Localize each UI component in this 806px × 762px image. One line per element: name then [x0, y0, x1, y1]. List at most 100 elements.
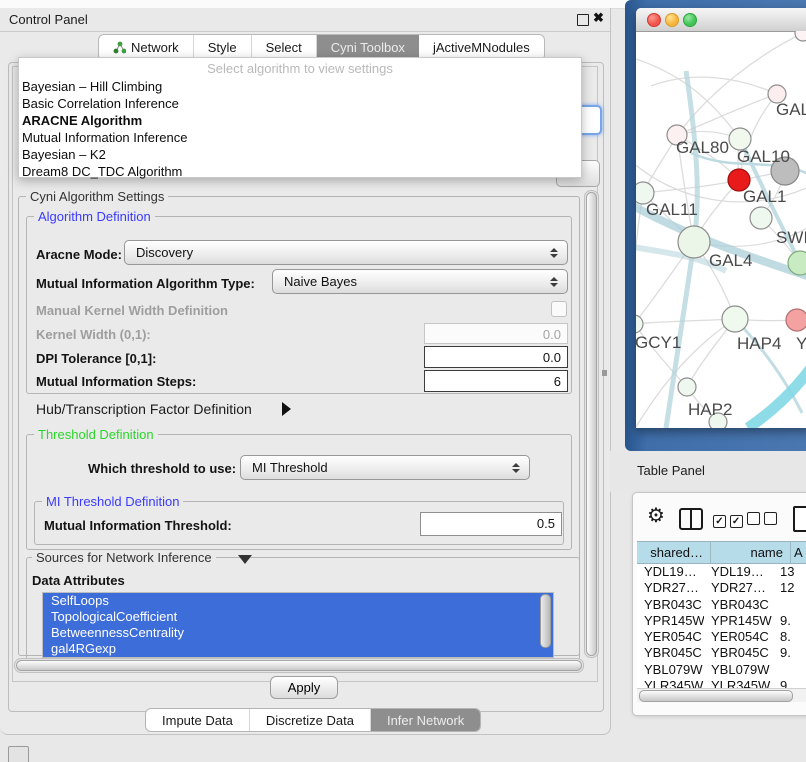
close-panel-icon[interactable]: ✖ [593, 10, 604, 26]
which-threshold-value: MI Threshold [241, 460, 512, 475]
which-threshold-combo[interactable]: MI Threshold [240, 455, 530, 480]
table-row[interactable]: YBL079WYBL079W [637, 662, 806, 678]
list-item[interactable]: TopologicalCoefficient [43, 609, 553, 625]
mi-threshold-label: Mutual Information Threshold: [44, 518, 232, 533]
which-threshold-label: Which threshold to use: [88, 461, 236, 476]
node-label-gal11: GAL11 [646, 200, 698, 219]
tab-infer-network[interactable]: Infer Network [371, 709, 480, 731]
cell: 13 [777, 564, 801, 580]
network-tab-icon [113, 41, 126, 54]
list-scrollbar[interactable] [540, 594, 551, 648]
cell: YBR045C [704, 645, 777, 661]
algorithm-option[interactable]: Basic Correlation Inference [22, 95, 179, 112]
screen: Control Panel ✖ Network Style Select Cyn… [0, 0, 806, 762]
cell: YBR043C [704, 597, 777, 613]
cell: YLR345W [637, 678, 704, 688]
split-pane-handle[interactable] [602, 370, 607, 376]
table-row[interactable]: YER054CYER054C8. [637, 629, 806, 645]
split-columns-icon[interactable] [679, 508, 703, 530]
deselect-all-icon[interactable] [747, 512, 777, 528]
cell [777, 597, 801, 613]
network-view[interactable]: GAL GAL80 GAL10 GAL1 GAL11 SWI4 GAL4 GCY… [636, 31, 806, 428]
algorithm-definition-title: Algorithm Definition [34, 209, 155, 224]
node-label-hap2: HAP2 [688, 400, 732, 419]
column-header-name[interactable]: name [711, 542, 791, 563]
node-label-hap4: HAP4 [737, 334, 781, 353]
mi-threshold-input[interactable]: 0.5 [420, 512, 562, 536]
tab-label: Style [208, 40, 237, 55]
tab-discretize-data[interactable]: Discretize Data [250, 709, 371, 731]
algorithm-option[interactable]: Bayesian – Hill Climbing [22, 78, 162, 95]
table-row[interactable]: YDL19…YDL19…13 [637, 564, 806, 580]
tab-label: jActiveMNodules [433, 40, 530, 55]
node-salmon[interactable] [786, 309, 806, 331]
node-label-gcy1: GCY1 [636, 333, 681, 352]
table-body: YDL19…YDL19…13 YDR27…YDR27…12 YBR043CYBR… [637, 564, 806, 688]
close-window-icon[interactable] [647, 13, 661, 27]
page-icon[interactable] [793, 506, 806, 532]
node-label-gal7: GAL [776, 100, 806, 119]
cell: 8. [777, 629, 801, 645]
minimized-panel-icon[interactable] [8, 746, 29, 762]
mi-type-combo[interactable]: Naive Bayes [272, 269, 568, 294]
column-header-shared-name[interactable]: shared… [637, 542, 711, 563]
mi-steps-input[interactable]: 6 [424, 370, 568, 392]
hub-definition-label: Hub/Transcription Factor Definition [36, 401, 252, 417]
table-row[interactable]: YPR145WYPR145W9. [637, 613, 806, 629]
tab-label: Discretize Data [266, 713, 354, 728]
manual-kernel-checkbox[interactable] [551, 301, 567, 317]
mi-steps-label: Mutual Information Steps: [36, 374, 196, 389]
node-swi4[interactable] [750, 207, 772, 229]
tab-label: Select [266, 40, 302, 55]
table-horizontal-scrollbar[interactable] [637, 688, 806, 702]
teal-edges [636, 71, 806, 428]
table-row[interactable]: YLR345WYLR345W9. [637, 678, 806, 688]
table-row[interactable]: YBR045CYBR045C9. [637, 645, 806, 661]
node-gcy1[interactable] [636, 315, 643, 333]
kernel-width-input[interactable]: 0.0 [424, 323, 568, 344]
control-panel-title: Control Panel [9, 12, 88, 27]
network-window-frame: GAL GAL80 GAL10 GAL1 GAL11 SWI4 GAL4 GCY… [625, 0, 806, 451]
cell: YDL19… [704, 564, 777, 580]
column-header-cut[interactable]: A [791, 542, 806, 563]
table-row[interactable]: YDR27…YDR27…12 [637, 580, 806, 596]
algorithm-option[interactable]: Dream8 DC_TDC Algorithm [22, 163, 182, 180]
node-gal4[interactable] [678, 226, 710, 258]
float-panel-icon[interactable] [577, 14, 589, 26]
node-hap2[interactable] [678, 378, 696, 396]
sources-title: Sources for Network Inference [32, 550, 216, 565]
table-row[interactable]: YBR043CYBR043C [637, 597, 806, 613]
expand-arrow-icon[interactable] [282, 402, 291, 416]
cyni-algorithm-settings-title: Cyni Algorithm Settings [26, 189, 168, 204]
table-panel-title: Table Panel [637, 463, 705, 478]
minimize-window-icon[interactable] [665, 13, 679, 27]
list-item[interactable]: gal4RGexp [43, 641, 553, 657]
kernel-width-label: Kernel Width (0,1): [36, 327, 151, 342]
node-cut-top[interactable] [795, 31, 806, 41]
tab-impute-data[interactable]: Impute Data [146, 709, 250, 731]
node-label-y: Y [796, 334, 806, 353]
gear-icon[interactable]: ⚙ [647, 506, 665, 526]
manual-kernel-label: Manual Kernel Width Definition [36, 303, 228, 318]
algorithm-option-selected[interactable]: ARACNE Algorithm [22, 112, 142, 129]
collapse-arrow-icon[interactable] [238, 555, 252, 564]
aracne-mode-combo[interactable]: Discovery [124, 240, 568, 265]
data-attributes-list[interactable]: SelfLoops TopologicalCoefficient Between… [42, 592, 554, 658]
zoom-window-icon[interactable] [683, 13, 697, 27]
node-green-right[interactable] [788, 251, 806, 275]
cell: YBL079W [704, 662, 777, 678]
dpi-tolerance-input[interactable]: 0.0 [424, 346, 568, 368]
network-window: GAL GAL80 GAL10 GAL1 GAL11 SWI4 GAL4 GCY… [636, 8, 806, 428]
cell: 9. [777, 613, 801, 629]
algorithm-option[interactable]: Mutual Information Inference [22, 129, 187, 146]
list-item[interactable]: SelfLoops [43, 593, 553, 609]
algorithm-dropdown-hint: Select algorithm to view settings [19, 61, 581, 76]
list-item[interactable]: BetweennessCentrality [43, 625, 553, 641]
threshold-definition-title: Threshold Definition [34, 427, 158, 442]
node-hap4[interactable] [722, 306, 748, 332]
settings-vertical-scrollbar[interactable] [584, 190, 599, 658]
algorithm-option[interactable]: Bayesian – K2 [22, 146, 106, 163]
select-all-icon[interactable]: ✓ ✓ [713, 512, 743, 528]
settings-horizontal-scrollbar[interactable] [14, 658, 584, 673]
apply-button[interactable]: Apply [270, 676, 338, 699]
